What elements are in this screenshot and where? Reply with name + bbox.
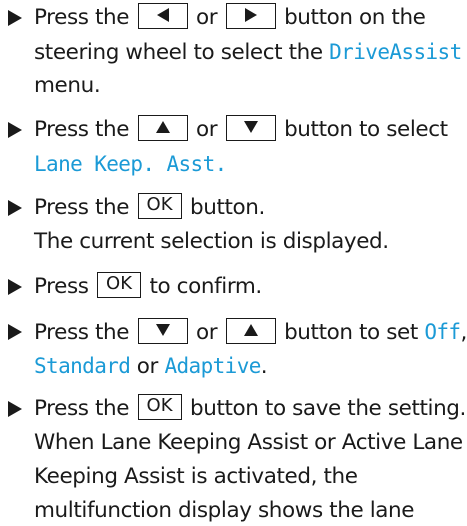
step-text: button. bbox=[189, 195, 265, 220]
step-text: button on the bbox=[284, 5, 426, 30]
up-arrow-key-icon bbox=[225, 318, 276, 344]
bullet-triangle-icon bbox=[8, 200, 22, 216]
step-text: or bbox=[195, 320, 218, 345]
punctuation: , bbox=[460, 320, 467, 345]
down-arrow-key-icon bbox=[137, 318, 188, 344]
step-text: steering wheel to select the bbox=[34, 40, 323, 65]
step-text: multifunction display shows the lane bbox=[34, 498, 415, 523]
step-line: multifunction display shows the lane bbox=[34, 496, 415, 526]
step-line: Standard or Adaptive. bbox=[34, 351, 268, 381]
step-text: Press bbox=[34, 274, 89, 299]
step-line: Press the OK button to save the setting. bbox=[34, 394, 466, 424]
step-line: Press the or button to set Off, bbox=[34, 317, 467, 347]
ok-key: OK bbox=[97, 272, 142, 298]
step-text: Press the bbox=[34, 117, 130, 142]
display-menu-item: Lane Keep. Asst. bbox=[34, 152, 227, 176]
step-text: Press the bbox=[34, 5, 130, 30]
step-text: button to save the setting. bbox=[189, 396, 466, 421]
ok-key: OK bbox=[137, 193, 182, 219]
step-text: Press the bbox=[34, 195, 130, 220]
step-text: or bbox=[195, 117, 218, 142]
step-text: menu. bbox=[34, 73, 101, 98]
step-line: Press the or button on the bbox=[34, 3, 426, 33]
up-arrow-key-icon bbox=[137, 115, 188, 141]
bullet-triangle-icon bbox=[8, 122, 22, 138]
step-text: button to select bbox=[284, 117, 448, 142]
step-line: menu. bbox=[34, 71, 101, 101]
step-line: Lane Keep. Asst. bbox=[34, 149, 227, 179]
instruction-page: Press the or button on the steering whee… bbox=[0, 0, 467, 523]
step-line: Press the OK button. bbox=[34, 193, 265, 223]
bullet-triangle-icon bbox=[8, 279, 22, 295]
step-line: Press OK to confirm. bbox=[34, 272, 262, 302]
step-line: The current selection is displayed. bbox=[34, 227, 389, 257]
step-text: Press the bbox=[34, 320, 130, 345]
bullet-triangle-icon bbox=[8, 324, 22, 340]
display-menu-name: DriveAssist bbox=[329, 40, 462, 64]
display-option-standard: Standard bbox=[34, 354, 131, 378]
step-text: to confirm. bbox=[149, 274, 262, 299]
step-line: Press the or button to select bbox=[34, 115, 448, 145]
step-text: The current selection is displayed. bbox=[34, 229, 389, 254]
display-option-off: Off bbox=[424, 320, 461, 344]
ok-key: OK bbox=[137, 394, 182, 420]
bullet-triangle-icon bbox=[8, 401, 22, 417]
punctuation: . bbox=[260, 354, 268, 379]
step-text: Keeping Assist is activated, the bbox=[34, 464, 358, 489]
right-arrow-key-icon bbox=[225, 3, 276, 29]
display-option-adaptive: Adaptive bbox=[164, 354, 261, 378]
left-arrow-key-icon bbox=[137, 3, 188, 29]
down-arrow-key-icon bbox=[225, 115, 276, 141]
step-text: When Lane Keeping Assist or Active Lane bbox=[34, 430, 463, 455]
step-text: button to set bbox=[284, 320, 418, 345]
step-text: Press the bbox=[34, 396, 130, 421]
step-text: or bbox=[136, 354, 159, 379]
step-text: or bbox=[195, 5, 218, 30]
bullet-triangle-icon bbox=[8, 10, 22, 26]
step-line: When Lane Keeping Assist or Active Lane bbox=[34, 428, 463, 458]
step-line: steering wheel to select the DriveAssist bbox=[34, 37, 462, 67]
step-line: Keeping Assist is activated, the bbox=[34, 462, 358, 492]
